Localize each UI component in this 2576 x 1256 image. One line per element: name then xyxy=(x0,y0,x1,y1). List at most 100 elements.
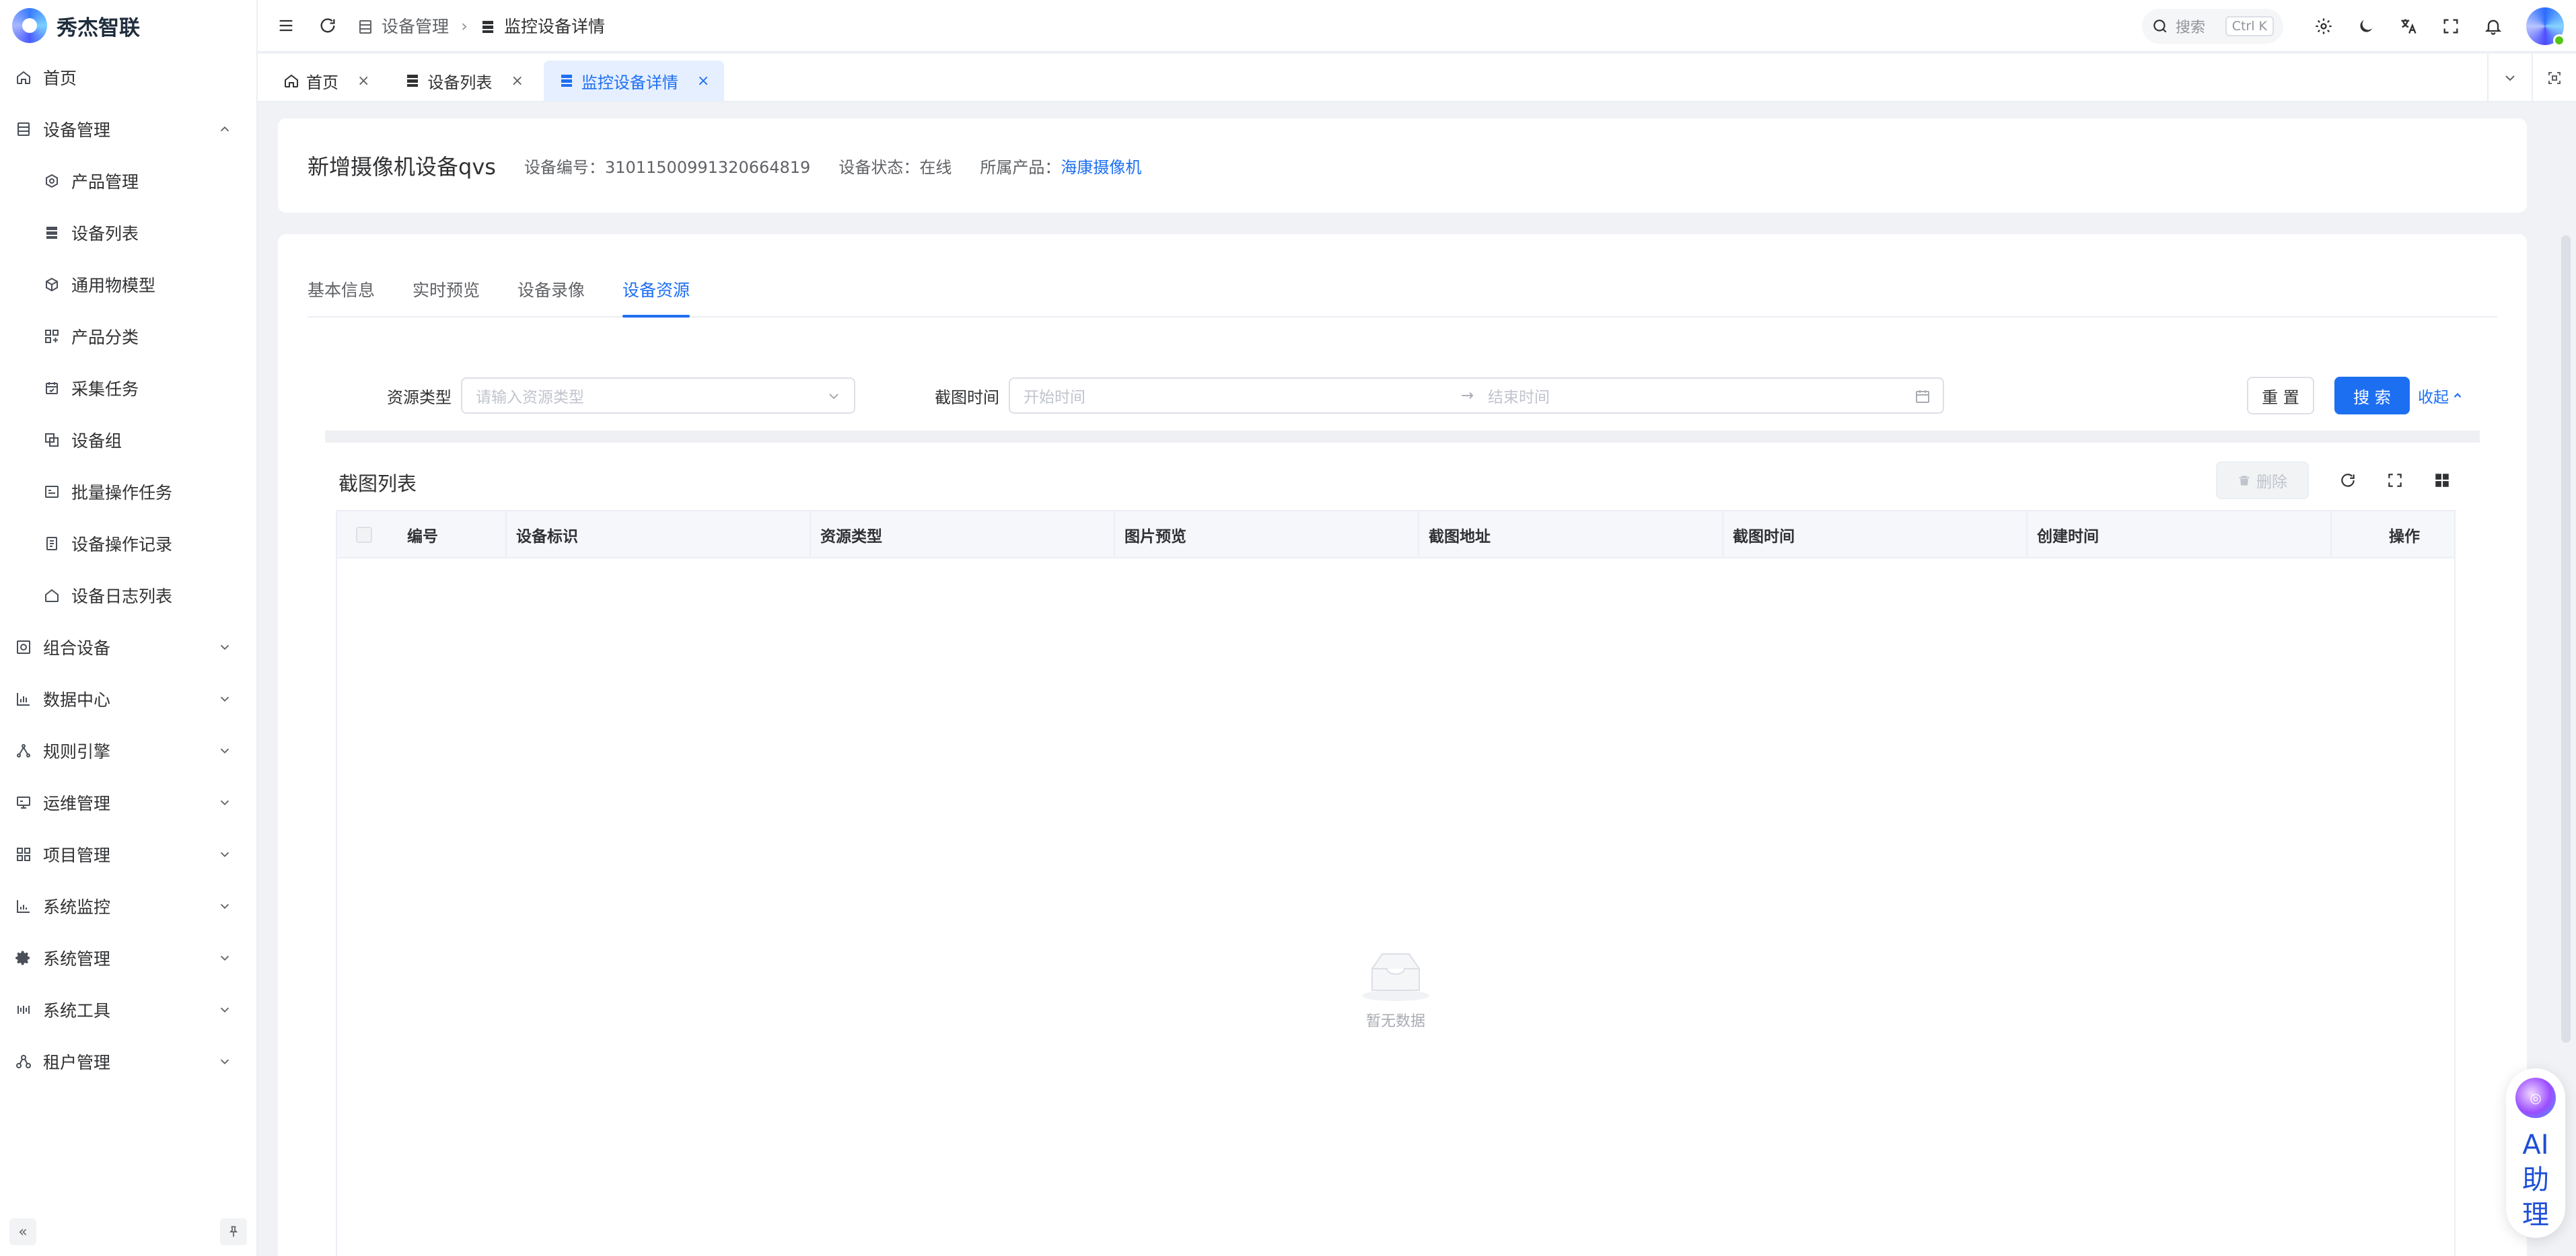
refresh-icon[interactable] xyxy=(314,12,341,39)
sidebar-item-ops-management[interactable]: 运维管理 xyxy=(0,776,256,828)
close-icon[interactable]: × xyxy=(511,73,523,89)
sidebar-item-system-tools[interactable]: 系统工具 xyxy=(0,984,256,1035)
collapse-label: 收起 xyxy=(2418,389,2449,406)
dark-mode-icon[interactable] xyxy=(2353,13,2380,40)
sidebar: 秀杰智联 首页 设备管理 产品管理 设备列表 通用物模型 产品分类 采集任务 设… xyxy=(0,0,258,1256)
sidebar-item-label: 数据中心 xyxy=(43,690,111,710)
column-header[interactable]: 图片预览 xyxy=(1114,511,1418,558)
sidebar-item-combo-device[interactable]: 组合设备 xyxy=(0,621,256,673)
select-all-cell xyxy=(337,511,391,558)
delete-button[interactable]: 删除 xyxy=(2216,461,2309,499)
breadcrumb-item[interactable]: 设备管理 xyxy=(382,13,449,38)
maximize-icon[interactable] xyxy=(2532,54,2576,102)
sidebar-item-system-management[interactable]: 系统管理 xyxy=(0,932,256,984)
page-scrollbar[interactable] xyxy=(2561,235,2571,1043)
close-icon[interactable]: × xyxy=(697,73,709,89)
settings-icon[interactable] xyxy=(2310,13,2337,40)
select-all-checkbox[interactable] xyxy=(356,527,372,543)
chevron-down-icon[interactable] xyxy=(2487,54,2532,102)
tabs-actions xyxy=(2487,54,2576,102)
sidebar-item-product-management[interactable]: 产品管理 xyxy=(0,155,256,207)
sidebar-item-data-center[interactable]: 数据中心 xyxy=(0,673,256,725)
list-icon xyxy=(561,75,572,87)
global-search[interactable]: 搜索 Ctrl K xyxy=(2142,9,2283,44)
column-header[interactable]: 截图地址 xyxy=(1418,511,1722,558)
tab-device-list[interactable]: 设备列表 × xyxy=(390,61,538,101)
chevron-up-icon xyxy=(220,126,229,131)
sidebar-item-device-group[interactable]: 设备组 xyxy=(0,414,256,466)
task-icon xyxy=(43,379,61,397)
pin-icon[interactable] xyxy=(220,1218,247,1245)
product-link[interactable]: 海康摄像机 xyxy=(1061,158,1141,177)
translate-icon[interactable] xyxy=(2395,13,2422,40)
sidebar-item-label: 系统监控 xyxy=(43,897,111,917)
sidebar-item-rule-engine[interactable]: 规则引擎 xyxy=(0,725,256,776)
chevron-down-icon xyxy=(220,955,229,961)
online-status-dot xyxy=(2553,34,2565,46)
search-label: 搜索 xyxy=(2176,20,2206,36)
column-header[interactable]: 创建时间 xyxy=(2026,511,2330,558)
tab-home[interactable]: 首页 × xyxy=(269,61,384,101)
sidebar-item-device-log[interactable]: 设备日志列表 xyxy=(0,569,256,621)
device-status-label: 设备状态： xyxy=(838,157,920,177)
fullscreen-icon[interactable] xyxy=(2437,13,2464,40)
refresh-icon[interactable] xyxy=(2330,463,2365,498)
collapse-sidebar-icon[interactable]: « xyxy=(9,1218,36,1245)
sidebar-item-label: 租户管理 xyxy=(43,1052,111,1072)
sidebar-item-label: 组合设备 xyxy=(43,638,111,658)
bell-icon[interactable] xyxy=(2480,13,2507,40)
sidebar-item-label: 运维管理 xyxy=(43,793,111,813)
table-header: 编号 设备标识 资源类型 图片预览 截图地址 截图时间 创建时间 操作 xyxy=(337,511,2454,558)
record-icon xyxy=(43,535,61,552)
sidebar-item-device-management[interactable]: 设备管理 xyxy=(0,103,256,155)
sidebar-item-batch-task[interactable]: 批量操作任务 xyxy=(0,466,256,517)
search-shortcut: Ctrl K xyxy=(2225,16,2274,36)
tab-device-resources[interactable]: 设备资源 xyxy=(622,261,690,318)
chevron-down-icon xyxy=(220,644,229,650)
section-divider xyxy=(325,431,2480,443)
reset-button[interactable]: 重 置 xyxy=(2247,377,2314,414)
sidebar-item-project-management[interactable]: 项目管理 xyxy=(0,828,256,880)
app-logo[interactable]: 秀杰智联 xyxy=(0,0,256,51)
search-button[interactable]: 搜 索 xyxy=(2334,377,2410,414)
sidebar-item-label: 产品管理 xyxy=(71,172,139,192)
column-header[interactable]: 设备标识 xyxy=(505,511,810,558)
chevron-down-icon xyxy=(829,394,838,400)
sidebar-item-tenant-management[interactable]: 租户管理 xyxy=(0,1035,256,1087)
capture-time-range[interactable]: 开始时间 → 结束时间 xyxy=(1009,377,1944,414)
sidebar-item-collect-task[interactable]: 采集任务 xyxy=(0,362,256,414)
fullscreen-icon[interactable] xyxy=(2377,463,2412,498)
model-icon xyxy=(43,276,61,293)
column-settings-icon[interactable] xyxy=(2425,463,2460,498)
sidebar-item-label: 设备列表 xyxy=(71,223,139,244)
ai-assistant-button[interactable]: ◎ AI助理 xyxy=(2506,1068,2565,1238)
tab-device-recording[interactable]: 设备录像 xyxy=(517,261,585,316)
avatar[interactable] xyxy=(2526,7,2565,46)
column-header[interactable]: 资源类型 xyxy=(810,511,1114,558)
tab-live-preview[interactable]: 实时预览 xyxy=(413,261,480,316)
list-icon xyxy=(407,75,419,87)
resource-type-label: 资源类型 xyxy=(387,387,452,407)
tab-monitor-device-detail[interactable]: 监控设备详情 × xyxy=(543,61,725,101)
log-icon xyxy=(43,587,61,604)
chevron-down-icon xyxy=(220,1007,229,1012)
column-header[interactable]: 操作 xyxy=(2330,511,2477,558)
sidebar-item-operation-record[interactable]: 设备操作记录 xyxy=(0,517,256,569)
close-icon[interactable]: × xyxy=(357,73,369,89)
column-header[interactable]: 截图时间 xyxy=(1722,511,2026,558)
empty-state: 暂无数据 xyxy=(337,949,2454,1031)
sidebar-item-device-list[interactable]: 设备列表 xyxy=(0,207,256,258)
home-icon xyxy=(285,74,298,87)
sidebar-item-thing-model[interactable]: 通用物模型 xyxy=(0,258,256,310)
tab-basic-info[interactable]: 基本信息 xyxy=(308,261,375,316)
sidebar-item-label: 项目管理 xyxy=(43,845,111,865)
menu-toggle-icon[interactable] xyxy=(273,12,299,39)
sidebar-item-system-monitor[interactable]: 系统监控 xyxy=(0,880,256,932)
column-header[interactable]: 编号 xyxy=(398,511,505,558)
sidebar-item-label: 首页 xyxy=(43,68,77,88)
resource-type-select[interactable]: 请输入资源类型 xyxy=(461,377,855,414)
sidebar-item-home[interactable]: 首页 xyxy=(0,51,256,103)
collapse-button[interactable]: 收起 xyxy=(2414,377,2468,414)
sidebar-item-product-category[interactable]: 产品分类 xyxy=(0,310,256,362)
empty-text: 暂无数据 xyxy=(1365,1013,1425,1030)
